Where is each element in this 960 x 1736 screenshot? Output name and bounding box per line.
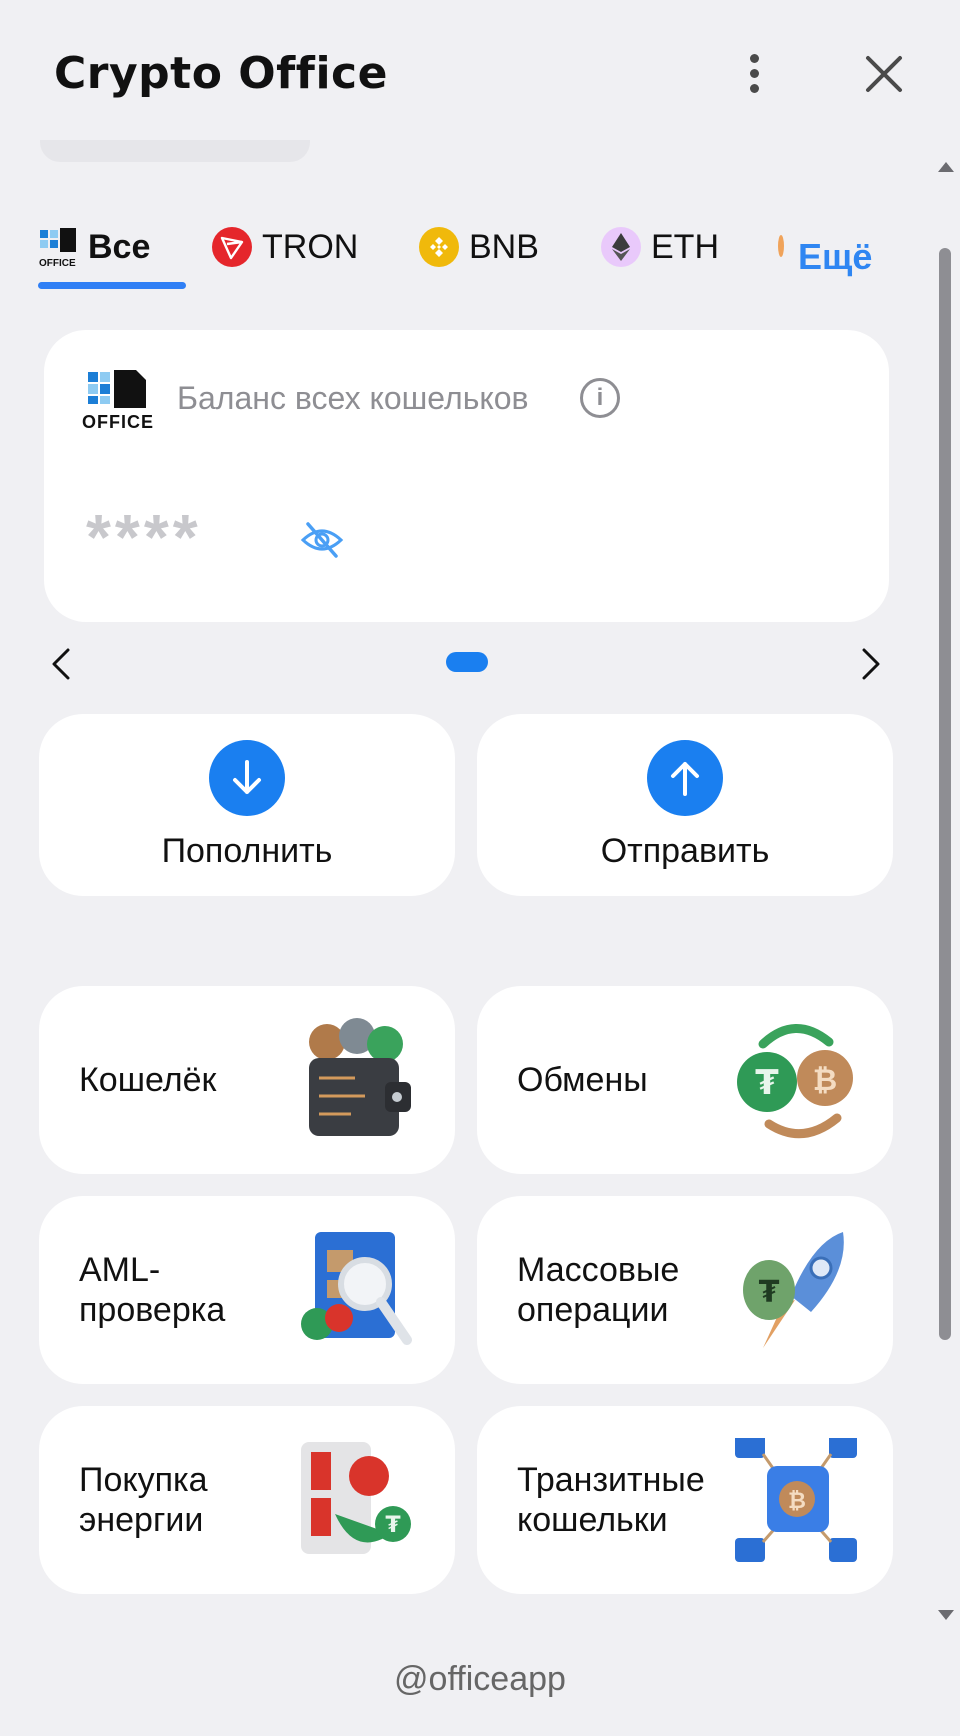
- arrow-down-icon: [209, 740, 285, 816]
- tab-tron[interactable]: TRON: [212, 222, 358, 272]
- exchange-tile[interactable]: Обмены ₮ ₿: [477, 986, 893, 1174]
- eth-icon: [601, 227, 641, 267]
- send-button[interactable]: Отправить: [477, 714, 893, 896]
- header: Crypto Office: [0, 0, 960, 150]
- next-tab-edge: [778, 235, 784, 257]
- tab-eth[interactable]: ETH: [601, 222, 719, 272]
- svg-text:₿: ₿: [788, 1489, 806, 1514]
- aml-check-icon: [301, 1232, 412, 1345]
- chevron-right-icon[interactable]: [860, 648, 882, 680]
- tron-icon: [212, 227, 252, 267]
- energy-purchase-tile[interactable]: Покупка энергии ₮: [39, 1406, 455, 1594]
- transit-wallet-icon: ₿: [735, 1438, 857, 1562]
- carousel-indicator: [446, 652, 488, 672]
- rocket-icon: ₮: [743, 1232, 844, 1348]
- balance-value-masked: ****: [86, 501, 202, 573]
- office-logo-text: OFFICE: [82, 412, 154, 432]
- transit-wallets-tile[interactable]: Транзитные кошельки ₿: [477, 1406, 893, 1594]
- active-tab-indicator: [38, 282, 186, 289]
- svg-text:₮: ₮: [755, 1063, 779, 1103]
- tile-label-line1: Покупка: [79, 1461, 208, 1499]
- energy-icon: ₮: [301, 1442, 411, 1554]
- tab-all[interactable]: OFFICE Все: [38, 222, 150, 272]
- tile-label-line2: энергии: [79, 1501, 204, 1539]
- svg-text:₮: ₮: [759, 1275, 780, 1310]
- arrow-up-icon: [647, 740, 723, 816]
- tile-label: Обмены: [517, 1061, 648, 1099]
- eye-off-icon[interactable]: [300, 520, 344, 560]
- wallet-tile[interactable]: Кошелёк: [39, 986, 455, 1174]
- tile-label-line1: Массовые: [517, 1251, 680, 1289]
- scroll-down-arrow-icon[interactable]: [938, 1610, 954, 1622]
- deposit-label: Пополнить: [161, 832, 333, 870]
- tile-label: Кошелёк: [79, 1061, 217, 1099]
- exchange-icon: ₮ ₿: [737, 1024, 853, 1139]
- tab-label: Все: [88, 227, 151, 266]
- tile-label-line2: кошельки: [517, 1501, 668, 1539]
- wallet-icon: [309, 1018, 411, 1136]
- previous-card-edge: [40, 140, 310, 162]
- tab-label: ETH: [651, 227, 719, 266]
- balance-label: Баланс всех кошельков: [177, 380, 529, 416]
- footer-handle: @officeapp: [394, 1660, 566, 1698]
- svg-text:₿: ₿: [813, 1063, 837, 1098]
- svg-text:OFFICE: OFFICE: [39, 258, 76, 268]
- tab-label: BNB: [469, 227, 539, 266]
- deposit-button[interactable]: Пополнить: [39, 714, 455, 896]
- more-options-icon[interactable]: [736, 50, 772, 100]
- tile-label-line1: AML-: [79, 1251, 161, 1289]
- close-icon[interactable]: [862, 52, 906, 96]
- tab-bnb[interactable]: BNB: [419, 222, 539, 272]
- tile-label-line2: операции: [517, 1291, 669, 1329]
- office-logo-icon: OFFICE: [39, 228, 76, 268]
- network-tabs: OFFICE Все TRON BNB ETH: [0, 222, 900, 292]
- info-icon[interactable]: i: [580, 378, 620, 418]
- bnb-icon: [419, 227, 459, 267]
- tab-label: TRON: [262, 227, 359, 266]
- bulk-operations-tile[interactable]: Массовые операции ₮: [477, 1196, 893, 1384]
- tile-label-line2: проверка: [79, 1291, 226, 1329]
- aml-check-tile[interactable]: AML- проверка: [39, 1196, 455, 1384]
- scrollbar-thumb[interactable]: [939, 248, 951, 1340]
- app-title: Crypto Office: [54, 48, 388, 99]
- svg-text:₮: ₮: [385, 1513, 401, 1538]
- send-label: Отправить: [600, 832, 770, 870]
- scroll-up-arrow-icon[interactable]: [938, 160, 954, 172]
- more-tabs-button[interactable]: Ещё: [798, 236, 872, 278]
- chevron-left-icon[interactable]: [50, 648, 72, 680]
- tile-label-line1: Транзитные: [517, 1461, 705, 1499]
- balance-card[interactable]: OFFICE Баланс всех кошельков i ****: [44, 330, 889, 622]
